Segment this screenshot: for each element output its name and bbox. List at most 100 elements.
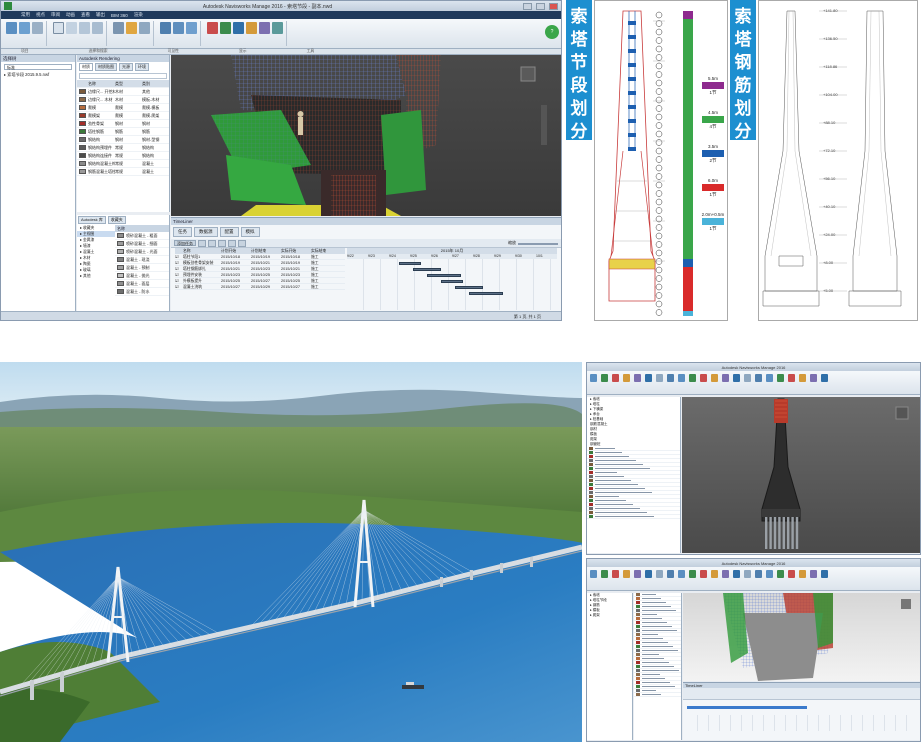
- task-row[interactable]: ☑ 混凝土浇筑 2015/10/27 2015/10/29 2015/10/27 施工: [175, 284, 345, 290]
- app-logo-icon[interactable]: [4, 2, 12, 10]
- library-item[interactable]: 混凝土 - 现浇: [115, 256, 169, 264]
- material-tab[interactable]: 光源: [119, 63, 133, 71]
- material-row[interactable]: 塔柱钢筋 钢筋 钢筋: [77, 128, 169, 136]
- material-row[interactable]: 爬模 爬模 爬模-模板: [77, 104, 169, 112]
- timeliner-tab[interactable]: 数据源: [194, 227, 218, 237]
- library-item[interactable]: 混凝土 - 预制: [115, 264, 169, 272]
- clash-detective-icon[interactable]: [207, 22, 218, 34]
- hide-icon[interactable]: [113, 22, 124, 34]
- delete-task-icon[interactable]: [218, 240, 226, 247]
- ribbon-tool-icon[interactable]: [623, 570, 630, 578]
- links-icon[interactable]: [160, 22, 171, 34]
- library-tab[interactable]: 收藏夹: [107, 216, 126, 224]
- material-search-input[interactable]: [79, 73, 167, 79]
- minimize-button[interactable]: [523, 2, 532, 10]
- ribbon-tool-icon[interactable]: [601, 570, 608, 578]
- ribbon-tool-icon[interactable]: [821, 570, 828, 578]
- insert-task-icon[interactable]: [198, 240, 206, 247]
- ribbon-tool-icon[interactable]: [799, 374, 806, 382]
- task-active-checkbox[interactable]: ☑: [175, 260, 183, 265]
- ribbon-tab-3[interactable]: 动画: [66, 12, 75, 18]
- maximize-button[interactable]: [536, 2, 545, 10]
- compare-icon[interactable]: [259, 22, 270, 34]
- ribbon-tool-icon[interactable]: [656, 570, 663, 578]
- nw3-tree-item[interactable]: ▸ 爬架: [587, 613, 632, 618]
- ribbon-tool-icon[interactable]: [645, 570, 652, 578]
- ribbon-tool-icon[interactable]: [590, 374, 597, 382]
- viewcube-icon[interactable]: [520, 66, 536, 82]
- material-tab[interactable]: 材质贴图: [95, 63, 117, 71]
- library-item[interactable]: 喷砂混凝土 - 细面: [115, 240, 169, 248]
- ribbon-tool-icon[interactable]: [645, 374, 652, 382]
- ribbon-tool-icon[interactable]: [634, 570, 641, 578]
- ribbon-tool-icon[interactable]: [799, 570, 806, 578]
- ribbon-tab-4[interactable]: 查看: [81, 12, 90, 18]
- ribbon-tab-7[interactable]: 渲染: [134, 12, 143, 18]
- quantification-icon[interactable]: [233, 22, 244, 34]
- ribbon-tool-icon[interactable]: [656, 374, 663, 382]
- ribbon-tool-icon[interactable]: [711, 374, 718, 382]
- material-row[interactable]: 劲性骨架 钢材 钢材: [77, 120, 169, 128]
- ribbon-tool-icon[interactable]: [612, 374, 619, 382]
- gantt-task-bar[interactable]: [413, 268, 441, 271]
- ribbon-tool-icon[interactable]: [788, 570, 795, 578]
- ribbon-tool-icon[interactable]: [810, 570, 817, 578]
- tree-item[interactable]: ▸ 索塔节段 2015.9.5.nwf: [1, 72, 75, 78]
- ribbon-tool-icon[interactable]: [601, 374, 608, 382]
- library-item[interactable]: 混凝土 - 抛光: [115, 272, 169, 280]
- gantt-task-bar[interactable]: [427, 274, 461, 277]
- rendering-icon[interactable]: [246, 22, 257, 34]
- library-tree-item[interactable]: ▸ 其他: [77, 273, 115, 279]
- nw3-material-row[interactable]: [634, 693, 681, 697]
- ribbon-tool-icon[interactable]: [678, 374, 685, 382]
- ribbon-tab-2[interactable]: 审阅: [51, 12, 60, 18]
- help-icon[interactable]: ?: [545, 25, 559, 39]
- material-tab[interactable]: 环境: [135, 63, 149, 71]
- task-active-checkbox[interactable]: ☑: [175, 278, 183, 283]
- ribbon-tool-icon[interactable]: [810, 374, 817, 382]
- ribbon-tool-icon[interactable]: [678, 570, 685, 578]
- ribbon-tool-icon[interactable]: [755, 374, 762, 382]
- close-button[interactable]: [549, 2, 558, 10]
- ribbon-tool-icon[interactable]: [744, 374, 751, 382]
- ribbon-tab-0[interactable]: 常用: [21, 12, 30, 18]
- ribbon-tool-icon[interactable]: [722, 374, 729, 382]
- attach-icon[interactable]: [228, 240, 236, 247]
- task-active-checkbox[interactable]: ☑: [175, 266, 183, 271]
- quick-properties-icon[interactable]: [173, 22, 184, 34]
- ribbon-tool-icon[interactable]: [634, 374, 641, 382]
- reset-icon[interactable]: [32, 22, 43, 34]
- ribbon-tool-icon[interactable]: [700, 374, 707, 382]
- tree-mode-dropdown[interactable]: 标准: [4, 64, 72, 70]
- material-row[interactable]: 边缘尺... 木材 木材 模板-木材: [77, 96, 169, 104]
- ribbon-tool-icon[interactable]: [766, 374, 773, 382]
- ribbon-tool-icon[interactable]: [733, 570, 740, 578]
- select-all-icon[interactable]: [79, 22, 90, 34]
- ribbon-tool-icon[interactable]: [821, 374, 828, 382]
- selection-tree-icon[interactable]: [92, 22, 103, 34]
- ribbon-tool-icon[interactable]: [667, 570, 674, 578]
- material-row[interactable]: 钢筋混凝土塔柱 常规 混凝土: [77, 168, 169, 176]
- gantt-task-bar[interactable]: [399, 262, 421, 265]
- properties-icon[interactable]: [186, 22, 197, 34]
- ribbon-tool-icon[interactable]: [689, 570, 696, 578]
- ribbon-tab-1[interactable]: 视点: [36, 12, 45, 18]
- append-icon[interactable]: [6, 22, 17, 34]
- add-task-button[interactable]: 添加任务: [174, 240, 196, 246]
- unhide-icon[interactable]: [139, 22, 150, 34]
- material-row[interactable]: 爬模架 爬模 爬模-爬架: [77, 112, 169, 120]
- filter-icon[interactable]: [238, 240, 246, 247]
- material-row[interactable]: 钢结构 钢材 钢材-型钢: [77, 136, 169, 144]
- material-row[interactable]: 边缘尺... 开挖材 木材 其他: [77, 88, 169, 96]
- ribbon-tab-6[interactable]: BIM 360: [111, 13, 128, 18]
- ribbon-tab-5[interactable]: 输出: [96, 12, 105, 18]
- ribbon-tool-icon[interactable]: [667, 374, 674, 382]
- library-item[interactable]: 混凝土 - 面层: [115, 280, 169, 288]
- ribbon-tool-icon[interactable]: [788, 374, 795, 382]
- navigation-bar[interactable]: [541, 105, 547, 145]
- library-tab[interactable]: Autodesk 库: [78, 216, 106, 224]
- nw3-playback-slider[interactable]: [687, 706, 807, 709]
- timeliner-tab[interactable]: 任务: [173, 227, 192, 237]
- ribbon-tool-icon[interactable]: [733, 374, 740, 382]
- material-row[interactable]: 钢结构混凝土构件常规 混凝土: [77, 160, 169, 168]
